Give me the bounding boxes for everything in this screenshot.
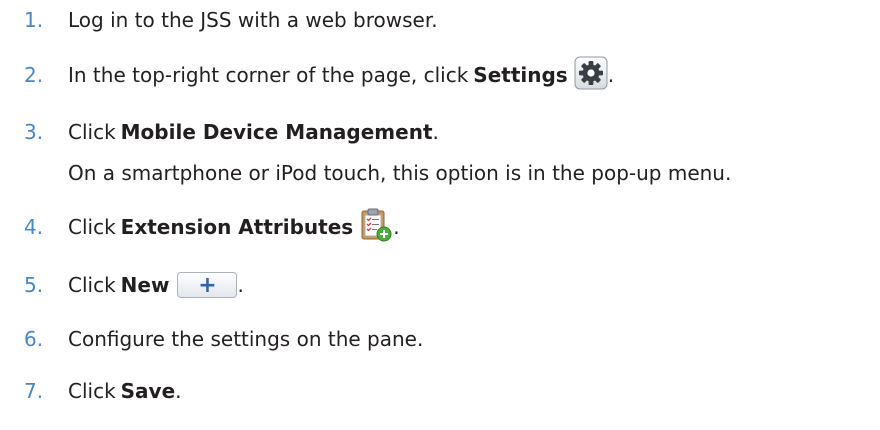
clipboard-add-icon (359, 207, 393, 248)
step-text: Click Mobile Device Management . (68, 120, 439, 144)
step-text-lead: Click (68, 120, 116, 144)
step-text-lead: Click (68, 215, 116, 239)
save-label: Save (120, 379, 176, 403)
plus-icon: + (198, 272, 217, 298)
step-text: Configure the settings on the pane. (68, 327, 424, 351)
step-text-end: . (607, 63, 615, 87)
step-number: 4. (24, 215, 44, 239)
step-number: 2. (24, 63, 44, 87)
step-text-end: . (393, 215, 400, 239)
step-text: Log in to the JSS with a web browser. (68, 8, 438, 32)
step-text: Click New + . (68, 272, 244, 298)
extension-attributes-label: Extension Attributes (120, 215, 354, 239)
step-number: 7. (24, 379, 44, 403)
instruction-list: 1. Log in to the JSS with a web browser.… (0, 0, 880, 430)
step-text-lead: Click (68, 273, 116, 297)
new-label: New (120, 273, 170, 297)
step-text-end: . (175, 379, 182, 403)
step-text-lead: Click (68, 379, 116, 403)
step-text: In the top-right corner of the page, cli… (68, 56, 614, 95)
settings-label: Settings (473, 63, 568, 87)
step-text-end: . (432, 120, 439, 144)
step-3-note: On a smartphone or iPod touch, this opti… (68, 161, 732, 185)
step-number: 1. (24, 8, 44, 32)
step-number: 5. (24, 273, 44, 297)
step-text: Click Extension Attributes . (68, 207, 400, 248)
step-number: 6. (24, 327, 44, 351)
mobile-device-management-label: Mobile Device Management (120, 120, 433, 144)
step-number: 3. (24, 120, 44, 144)
step-text-lead: In the top-right corner of the page, cli… (68, 63, 469, 87)
new-button-image: + (177, 272, 238, 298)
gear-icon (574, 56, 608, 95)
step-text-end: . (237, 273, 244, 297)
step-text: Click Save . (68, 379, 182, 403)
